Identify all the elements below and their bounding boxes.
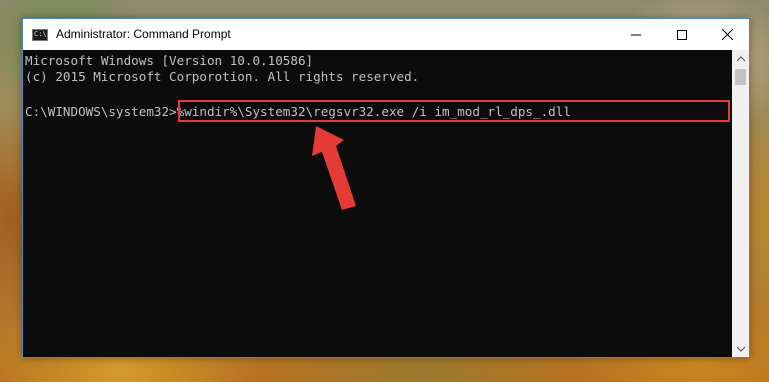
maximize-icon bbox=[677, 29, 687, 40]
pointer-arrow-icon bbox=[312, 126, 356, 210]
close-icon bbox=[721, 29, 733, 40]
prompt-text: C:\WINDOWS\system32> bbox=[25, 104, 177, 119]
scroll-down-button[interactable] bbox=[732, 340, 749, 357]
window-title: Administrator: Command Prompt bbox=[56, 27, 231, 41]
version-line: Microsoft Windows [Version 10.0.10586] bbox=[25, 53, 314, 68]
command-prompt-window[interactable]: C:\ Administrator: Command Prompt Micros… bbox=[22, 18, 750, 358]
scroll-up-button[interactable] bbox=[732, 50, 749, 67]
minimize-button[interactable] bbox=[613, 19, 659, 50]
copyright-line: (c) 2015 Microsoft Corporotion. All righ… bbox=[25, 69, 420, 84]
cmd-icon-glyph: C:\ bbox=[34, 30, 47, 38]
title-bar[interactable]: C:\ Administrator: Command Prompt bbox=[23, 19, 749, 50]
chevron-down-icon bbox=[736, 346, 745, 352]
close-button[interactable] bbox=[704, 19, 750, 50]
scroll-thumb[interactable] bbox=[735, 69, 746, 85]
maximize-button[interactable] bbox=[659, 19, 705, 50]
cmd-icon: C:\ bbox=[32, 29, 48, 41]
vertical-scrollbar[interactable] bbox=[732, 50, 749, 357]
command-highlight-box bbox=[178, 100, 730, 122]
chevron-up-icon bbox=[736, 55, 745, 61]
minimize-icon bbox=[631, 34, 641, 35]
